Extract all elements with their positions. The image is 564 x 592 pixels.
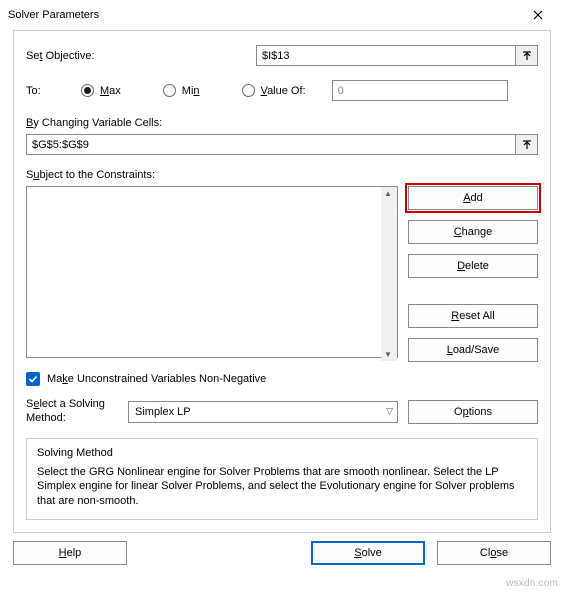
subject-to-label: Subject to the Constraints:	[26, 169, 155, 181]
checkmark-icon	[28, 374, 38, 384]
add-button[interactable]: Add	[408, 186, 538, 210]
chevron-down-icon: ▽	[386, 406, 393, 417]
help-button[interactable]: Help	[13, 541, 127, 565]
solve-button[interactable]: Solve	[311, 541, 425, 565]
collapse-icon	[522, 140, 532, 150]
select-method-label: Select a Solving Method:	[26, 398, 118, 426]
close-icon	[533, 10, 543, 20]
options-button[interactable]: Options	[408, 400, 538, 424]
solving-method-value: Simplex LP	[135, 406, 191, 418]
delete-button[interactable]: Delete	[408, 254, 538, 278]
window-close-button[interactable]	[520, 2, 556, 28]
unconstrained-checkbox[interactable]	[26, 372, 40, 386]
solving-method-description: Solving Method Select the GRG Nonlinear …	[26, 438, 538, 521]
objective-input[interactable]	[256, 45, 516, 66]
close-button[interactable]: Close	[437, 541, 551, 565]
collapse-icon	[522, 51, 532, 61]
radio-value-of[interactable]: Value Of:	[242, 84, 306, 97]
to-label: To:	[26, 85, 81, 97]
by-changing-label: By Changing Variable Cells:	[26, 117, 162, 129]
value-of-input[interactable]	[332, 80, 508, 101]
radio-icon	[163, 84, 176, 97]
solving-method-select[interactable]: Simplex LP ▽	[128, 401, 398, 423]
description-title: Solving Method	[37, 447, 527, 459]
watermark: wsxdn.com	[506, 578, 558, 589]
reset-all-button[interactable]: Reset All	[408, 304, 538, 328]
change-button[interactable]: Change	[408, 220, 538, 244]
unconstrained-label: Make Unconstrained Variables Non-Negativ…	[47, 373, 266, 385]
radio-max[interactable]: Max	[81, 84, 121, 97]
radio-icon	[81, 84, 94, 97]
radio-icon	[242, 84, 255, 97]
changing-cells-ref-button[interactable]	[516, 134, 538, 155]
objective-ref-button[interactable]	[516, 45, 538, 66]
dialog-title: Solver Parameters	[8, 9, 99, 21]
changing-cells-input[interactable]	[26, 134, 516, 155]
constraints-listbox[interactable]	[26, 186, 398, 358]
scrollbar[interactable]	[381, 187, 397, 361]
description-text: Select the GRG Nonlinear engine for Solv…	[37, 465, 527, 510]
radio-min[interactable]: Min	[163, 84, 200, 97]
set-objective-label: Set Objective:	[26, 50, 95, 62]
load-save-button[interactable]: Load/Save	[408, 338, 538, 362]
